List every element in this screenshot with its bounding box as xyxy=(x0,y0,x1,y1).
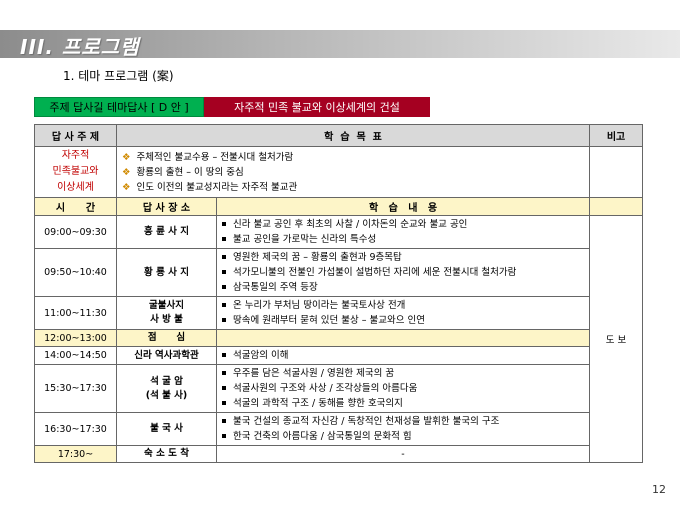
place-cell: 석 굴 암 (석 불 사) xyxy=(116,364,217,413)
theme-bar: 주제 답사길 테마답사 [ D 안 ] 자주적 민족 불교와 이상세계의 건설 xyxy=(34,97,430,117)
content-cell: - xyxy=(215,445,591,463)
header-note: 비고 xyxy=(589,124,644,147)
topic-cell: 자주적 민족불교와 이상세계 xyxy=(34,146,117,198)
place-cell: 굴불사지 사 방 불 xyxy=(116,296,217,330)
theme-title: 자주적 민족 불교와 이상세계의 건설 xyxy=(204,97,430,117)
diamond-bullet-icon: ❖ xyxy=(122,151,131,163)
page-title: III. 프로그램 xyxy=(20,35,140,59)
time-cell: 14:00~14:50 xyxy=(34,346,117,365)
program-table: 답 사 주 제 학 습 목 표 비고 자주적 민족불교와 이상세계 ❖ 주체적인 … xyxy=(34,124,644,463)
title-banner: III. 프로그램 xyxy=(0,30,680,59)
square-bullet-icon xyxy=(222,386,226,390)
content-item: 땅속에 원래부터 묻혀 있던 불상 – 불교와으 인연 xyxy=(220,313,586,328)
time-cell: 11:00~11:30 xyxy=(34,296,117,330)
table-row: 15:30~17:30 석 굴 암 (석 불 사) 우주를 담은 석굴사원 / … xyxy=(34,364,643,413)
content-item: 영원한 제국의 꿈 – 황룡의 출현과 9층목탑 xyxy=(220,250,586,265)
square-bullet-icon xyxy=(222,318,226,322)
content-item: 우주를 담은 석굴사원 / 영원한 제국의 꿈 xyxy=(220,366,586,381)
square-bullet-icon xyxy=(222,434,226,438)
topic-line: 이상세계 xyxy=(57,182,94,193)
content-item: 석굴암의 이해 xyxy=(220,348,586,363)
place-cell: 신라 역사과학관 xyxy=(116,346,217,365)
content-item: 불교 공인을 가로막는 신라의 특수성 xyxy=(220,232,586,247)
goal-row: 자주적 민족불교와 이상세계 ❖ 주체적인 불교수용 – 전불시대 철처가람 ❖ 황… xyxy=(34,146,644,198)
page-number: 12 xyxy=(652,483,666,496)
content-cell: 석굴암의 이해 xyxy=(215,346,591,365)
time-cell: 16:30~17:30 xyxy=(34,412,117,446)
header-content: 학 습 내 용 xyxy=(215,197,591,216)
content-item: 석가모니불의 전불인 가섭불이 설법하던 자리에 세운 전불시대 철처가람 xyxy=(220,265,586,280)
square-bullet-icon xyxy=(222,353,226,357)
diamond-bullet-icon: ❖ xyxy=(122,166,131,178)
square-bullet-icon xyxy=(222,303,226,307)
place-cell: 숙 소 도 착 xyxy=(116,445,217,463)
content-item: 한국 건축의 아름다움 / 삼국통일의 문화적 힘 xyxy=(220,429,586,444)
table-row: 16:30~17:30 불 국 사 불국 건설의 종교적 자신감 / 독창적인 … xyxy=(34,412,643,446)
square-bullet-icon xyxy=(222,285,226,289)
square-bullet-icon xyxy=(222,237,226,241)
time-cell: 12:00~13:00 xyxy=(34,329,117,347)
content-cell: 불국 건설의 종교적 자신감 / 독창적인 천재성을 발휘한 불국의 구조 한국… xyxy=(215,412,591,446)
header-place: 답 사 장 소 xyxy=(116,197,217,216)
place-cell: 황 룡 사 지 xyxy=(116,248,217,297)
header-topic: 답 사 주 제 xyxy=(34,124,117,147)
table-row: 17:30~ 숙 소 도 착 - xyxy=(34,445,643,463)
note-empty xyxy=(589,146,644,198)
content-item: 신라 불교 공인 후 최초의 사찰 / 이차돈의 순교와 불교 공인 xyxy=(220,217,586,232)
goals-cell: ❖ 주체적인 불교수용 – 전불시대 철처가람 ❖ 황룡의 출현 – 이 땅의 중심… xyxy=(115,146,591,198)
section-subtitle: 1. 테마 프로그램 (案) xyxy=(63,69,174,83)
content-cell: 영원한 제국의 꿈 – 황룡의 출현과 9층목탑 석가모니불의 전불인 가섭불이… xyxy=(215,248,591,297)
content-item: 삼국통일의 주역 등장 xyxy=(220,280,586,295)
square-bullet-icon xyxy=(222,419,226,423)
topic-line: 자주적 xyxy=(61,150,90,161)
table-row: 12:00~13:00 점 심 xyxy=(34,329,643,347)
square-bullet-icon xyxy=(222,270,226,274)
table-header-row: 답 사 주 제 학 습 목 표 비고 xyxy=(34,124,644,147)
diamond-bullet-icon: ❖ xyxy=(122,181,131,193)
goal-item: ❖ 인도 이전의 불교성지라는 자주적 불교관 xyxy=(122,181,298,193)
content-item: 석굴사원의 구조와 사상 / 조각상들의 아름다움 xyxy=(220,381,586,396)
content-cell: 신라 불교 공인 후 최초의 사찰 / 이차돈의 순교와 불교 공인 불교 공인… xyxy=(215,215,591,249)
table-row: 09:50~10:40 황 룡 사 지 영원한 제국의 꿈 – 황룡의 출현과 … xyxy=(34,248,643,297)
theme-label: 주제 답사길 테마답사 [ D 안 ] xyxy=(34,97,204,117)
place-cell: 불 국 사 xyxy=(116,412,217,446)
header-note-empty xyxy=(589,197,644,216)
content-item: 석굴의 과학적 구조 / 동해를 향한 호국의지 xyxy=(220,396,586,411)
header-goal: 학 습 목 표 xyxy=(115,124,591,147)
table-row: 14:00~14:50 신라 역사과학관 석굴암의 이해 xyxy=(34,346,643,365)
table-row: 09:00~09:30 흥 륜 사 지 신라 불교 공인 후 최초의 사찰 / … xyxy=(34,215,644,463)
time-cell: 17:30~ xyxy=(34,445,117,463)
time-cell: 15:30~17:30 xyxy=(34,364,117,413)
square-bullet-icon xyxy=(222,371,226,375)
content-cell-empty xyxy=(215,329,591,347)
time-cell: 09:00~09:30 xyxy=(34,215,117,249)
square-bullet-icon xyxy=(222,222,226,226)
topic-line: 민족불교와 xyxy=(52,166,99,177)
content-item: 불국 건설의 종교적 자신감 / 독창적인 천재성을 발휘한 불국의 구조 xyxy=(220,414,586,429)
content-cell: 온 누리가 부처님 땅이라는 불국토사상 전개 땅속에 원래부터 묻혀 있던 불… xyxy=(215,296,591,330)
subheader-row: 시 간 답 사 장 소 학 습 내 용 xyxy=(34,197,644,216)
place-cell: 점 심 xyxy=(116,329,217,347)
content-cell: 우주를 담은 석굴사원 / 영원한 제국의 꿈 석굴사원의 구조와 사상 / 조… xyxy=(215,364,591,413)
goal-item: ❖ 주체적인 불교수용 – 전불시대 철처가람 xyxy=(122,151,294,163)
note-cell: 도 보 xyxy=(589,215,644,463)
time-cell: 09:50~10:40 xyxy=(34,248,117,297)
square-bullet-icon xyxy=(222,401,226,405)
table-row: 11:00~11:30 굴불사지 사 방 불 온 누리가 부처님 땅이라는 불국… xyxy=(34,296,643,330)
content-item: 온 누리가 부처님 땅이라는 불국토사상 전개 xyxy=(220,298,586,313)
header-time: 시 간 xyxy=(34,197,117,216)
square-bullet-icon xyxy=(222,255,226,259)
place-cell: 흥 륜 사 지 xyxy=(116,215,217,249)
goal-item: ❖ 황룡의 출현 – 이 땅의 중심 xyxy=(122,166,244,178)
